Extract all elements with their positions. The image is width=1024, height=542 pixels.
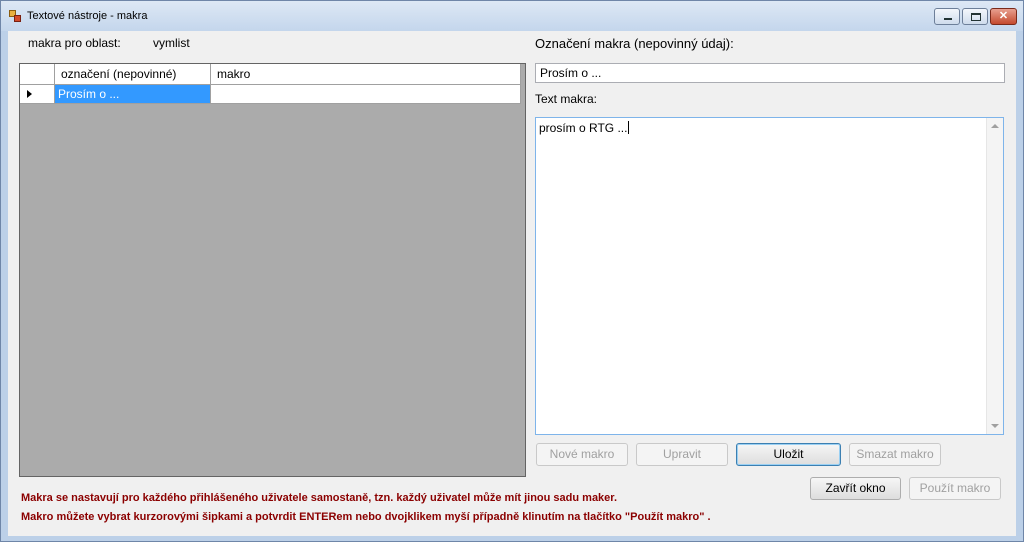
use-macro-button[interactable]: Použít makro [909, 477, 1001, 500]
grid-header: označení (nepovinné) makro [20, 64, 521, 85]
info-note-1: Makra se nastavují pro každého přihlášen… [21, 492, 618, 504]
cell-oznaceni[interactable]: Prosím o ... [55, 85, 211, 103]
client-area: makra pro oblast: vymlist označení (nepo… [8, 31, 1016, 536]
macro-text-area[interactable]: prosím o RTG ... [535, 117, 1004, 435]
save-button[interactable]: Uložit [736, 443, 841, 466]
macro-window: Textové nástroje - makra ✕ makra pro obl… [0, 0, 1024, 542]
window-controls: ✕ [932, 8, 1017, 25]
table-row[interactable]: Prosím o ... [20, 85, 521, 104]
close-button[interactable]: ✕ [990, 8, 1017, 25]
new-macro-button[interactable]: Nové makro [536, 443, 628, 466]
macro-text-content: prosím o RTG ... [539, 121, 630, 135]
macro-label-caption: Označení makra (nepovinný údaj): [535, 36, 734, 51]
close-icon: ✕ [998, 10, 1009, 22]
minimize-icon [944, 18, 952, 20]
text-caret [628, 121, 630, 134]
minimize-button[interactable] [934, 8, 960, 25]
scroll-down-icon[interactable] [991, 424, 999, 428]
info-note-2: Makro můžete vybrat kurzorovými šipkami … [21, 511, 711, 523]
vertical-scrollbar[interactable] [986, 118, 1003, 434]
area-label: makra pro oblast: [28, 36, 121, 50]
app-icon [9, 10, 21, 22]
column-header-makro[interactable]: makro [211, 64, 521, 84]
column-header-oznaceni[interactable]: označení (nepovinné) [55, 64, 211, 84]
scroll-up-icon[interactable] [991, 124, 999, 128]
row-header[interactable] [20, 85, 55, 103]
cell-makro[interactable] [211, 85, 521, 103]
area-value: vymlist [153, 36, 190, 50]
title-bar[interactable]: Textové nástroje - makra ✕ [1, 1, 1023, 31]
window-title: Textové nástroje - makra [27, 10, 148, 22]
macro-grid[interactable]: označení (nepovinné) makro Prosím o ... [19, 63, 526, 477]
maximize-icon [971, 13, 981, 21]
current-row-arrow-icon [27, 90, 32, 98]
macro-text-caption: Text makra: [535, 92, 598, 106]
maximize-button[interactable] [962, 8, 988, 25]
macro-label-input[interactable]: Prosím o ... [535, 63, 1005, 83]
close-window-button[interactable]: Zavřít okno [810, 477, 901, 500]
grid-corner-header [20, 64, 55, 84]
edit-button[interactable]: Upravit [636, 443, 728, 466]
delete-macro-button[interactable]: Smazat makro [849, 443, 941, 466]
